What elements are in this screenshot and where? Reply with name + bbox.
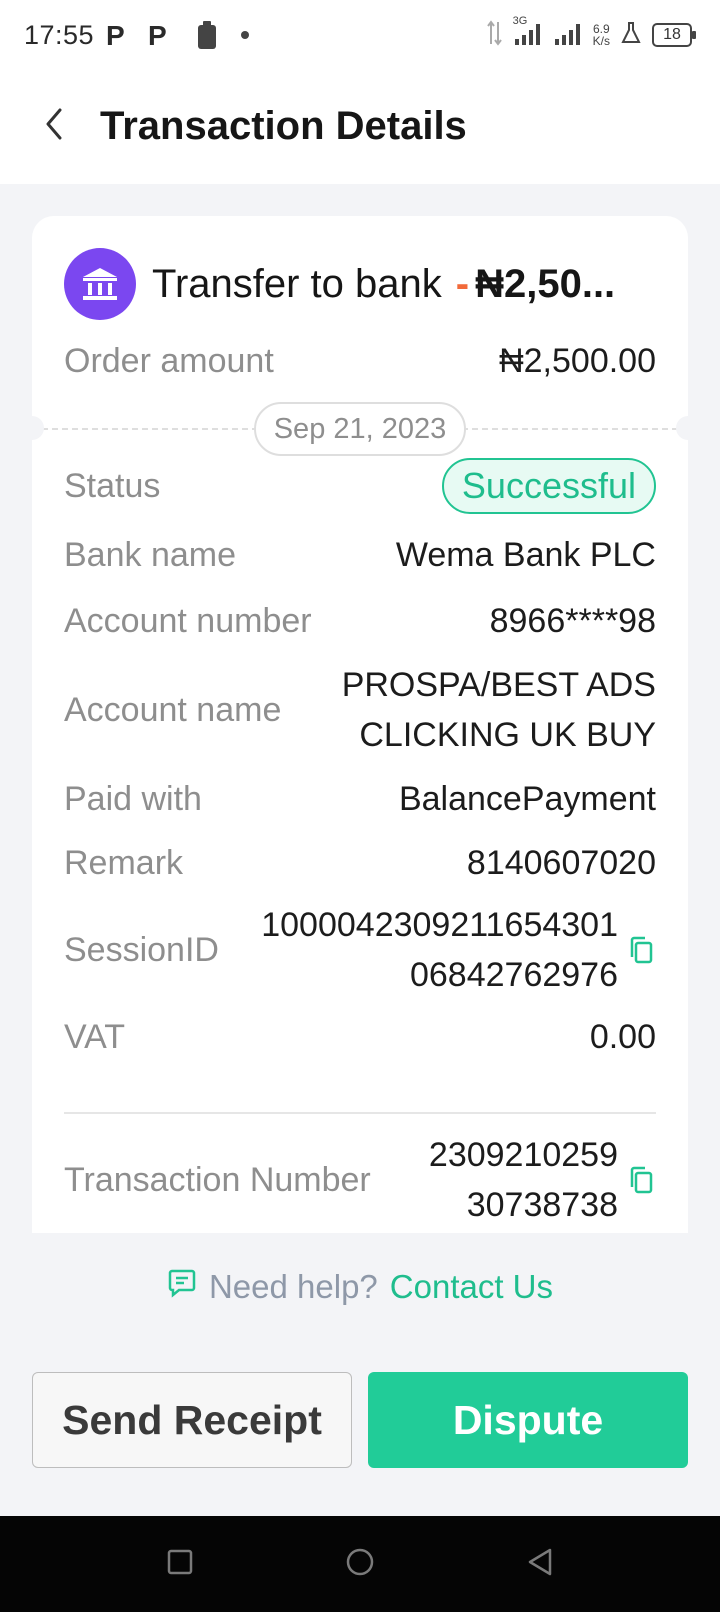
network-speed-unit: K/s xyxy=(592,34,610,48)
bank-icon xyxy=(64,248,136,320)
chat-icon xyxy=(167,1268,197,1306)
square-icon xyxy=(166,1548,194,1581)
status-badge: Successful xyxy=(441,458,656,514)
left-notch xyxy=(32,416,44,440)
paid-with-row: Paid with BalancePayment xyxy=(64,774,656,824)
vat-value: 0.00 xyxy=(589,1018,656,1056)
paid-with-value: BalancePayment xyxy=(398,780,656,818)
date-badge: Sep 21, 2023 xyxy=(254,402,466,456)
back-nav-button[interactable] xyxy=(522,1546,558,1582)
vat-row: VAT 0.00 xyxy=(64,1012,656,1062)
page-title: Transaction Details xyxy=(100,104,467,148)
account-name-row: Account name PROSPA/BEST ADS CLICKING UK… xyxy=(64,660,656,760)
account-number-row: Account number 8966****98 xyxy=(64,596,656,646)
contact-us-link[interactable]: Contact Us xyxy=(390,1268,553,1306)
home-button[interactable] xyxy=(342,1546,378,1582)
notification-icon-p2: P xyxy=(148,20,167,51)
transaction-title: Transfer to bank - ₦2,50... xyxy=(152,262,615,307)
card-header: Transfer to bank - ₦2,50... xyxy=(64,248,656,320)
back-button[interactable] xyxy=(30,102,78,150)
bank-name-label: Bank name xyxy=(64,535,236,574)
account-number-value: 8966****98 xyxy=(489,602,656,640)
flask-icon xyxy=(620,21,642,50)
battery-icon: 18 xyxy=(652,23,696,47)
transaction-number-label: Transaction Number xyxy=(64,1160,371,1199)
status-row: Status Successful xyxy=(64,456,656,516)
session-id-line2: 06842762976 xyxy=(409,956,618,994)
transaction-number-line1: 2309210259 xyxy=(428,1136,618,1174)
bank-name-value: Wema Bank PLC xyxy=(395,536,656,574)
session-id-value: 1000042309211654301 06842762976 xyxy=(261,900,618,1000)
account-name-value: PROSPA/BEST ADS CLICKING UK BUY xyxy=(342,660,656,760)
network-type: 3G xyxy=(512,14,528,27)
transaction-number-value-group: 2309210259 30738738 xyxy=(429,1130,656,1230)
help-question: Need help? xyxy=(208,1268,378,1305)
transaction-type: Transfer to bank xyxy=(152,262,442,306)
account-name-line2: CLICKING UK BUY xyxy=(359,716,656,754)
remark-row: Remark 8140607020 xyxy=(64,838,656,888)
signal-icon-1: 3G xyxy=(513,15,543,52)
order-amount-label: Order amount xyxy=(64,341,274,380)
help-section: Need help? Contact Us xyxy=(0,1268,720,1306)
recent-apps-button[interactable] xyxy=(162,1546,198,1582)
system-navigation-bar xyxy=(0,1516,720,1612)
account-name-label: Account name xyxy=(64,690,282,729)
transaction-number-value: 2309210259 30738738 xyxy=(429,1130,618,1230)
transaction-number-row: Transaction Number 2309210259 30738738 xyxy=(64,1130,656,1230)
copy-session-id-icon[interactable] xyxy=(626,934,656,966)
signal-icon-2 xyxy=(553,19,583,52)
paid-with-label: Paid with xyxy=(64,779,202,818)
order-amount-row: Order amount ₦2,500.00 xyxy=(64,336,656,386)
status-time: 17:55 xyxy=(24,20,95,50)
copy-transaction-number-icon[interactable] xyxy=(626,1164,656,1196)
section-divider xyxy=(64,1112,656,1114)
dispute-button[interactable]: Dispute xyxy=(368,1372,688,1468)
network-speed: 6.9 K/s xyxy=(593,23,610,47)
app-header: Transaction Details xyxy=(0,72,720,184)
transaction-card: Transfer to bank - ₦2,50... Order amount ₦… xyxy=(32,216,688,1233)
transaction-amount: ₦2,50... xyxy=(475,262,616,306)
account-number-label: Account number xyxy=(64,601,312,640)
session-id-line1: 1000042309211654301 xyxy=(261,906,618,944)
send-receipt-button[interactable]: Send Receipt xyxy=(32,1372,352,1468)
minus-sign: - xyxy=(455,262,470,306)
circle-icon xyxy=(345,1547,375,1582)
chevron-left-icon xyxy=(42,106,66,147)
status-label: Status xyxy=(64,466,161,505)
session-id-row: SessionID 1000042309211654301 0684276297… xyxy=(64,900,656,1000)
account-name-line1: PROSPA/BEST ADS xyxy=(341,666,656,704)
notification-icon-p1: P xyxy=(106,20,125,51)
remark-label: Remark xyxy=(64,843,184,882)
battery-saver-icon xyxy=(196,20,218,55)
remark-value: 8140607020 xyxy=(466,844,656,882)
vat-label: VAT xyxy=(64,1017,126,1056)
data-arrows-icon xyxy=(486,19,503,51)
session-id-value-group: 1000042309211654301 06842762976 xyxy=(261,900,656,1000)
triangle-back-icon xyxy=(525,1547,555,1582)
bank-name-row: Bank name Wema Bank PLC xyxy=(64,530,656,580)
right-notch xyxy=(676,416,688,440)
order-amount-value: ₦2,500.00 xyxy=(499,342,656,380)
session-id-label: SessionID xyxy=(64,930,219,969)
status-bar: 17:55 P P 3G 6.9 K/s 18 xyxy=(0,0,720,72)
transaction-number-line2: 30738738 xyxy=(466,1186,618,1224)
dot-icon xyxy=(241,31,249,39)
